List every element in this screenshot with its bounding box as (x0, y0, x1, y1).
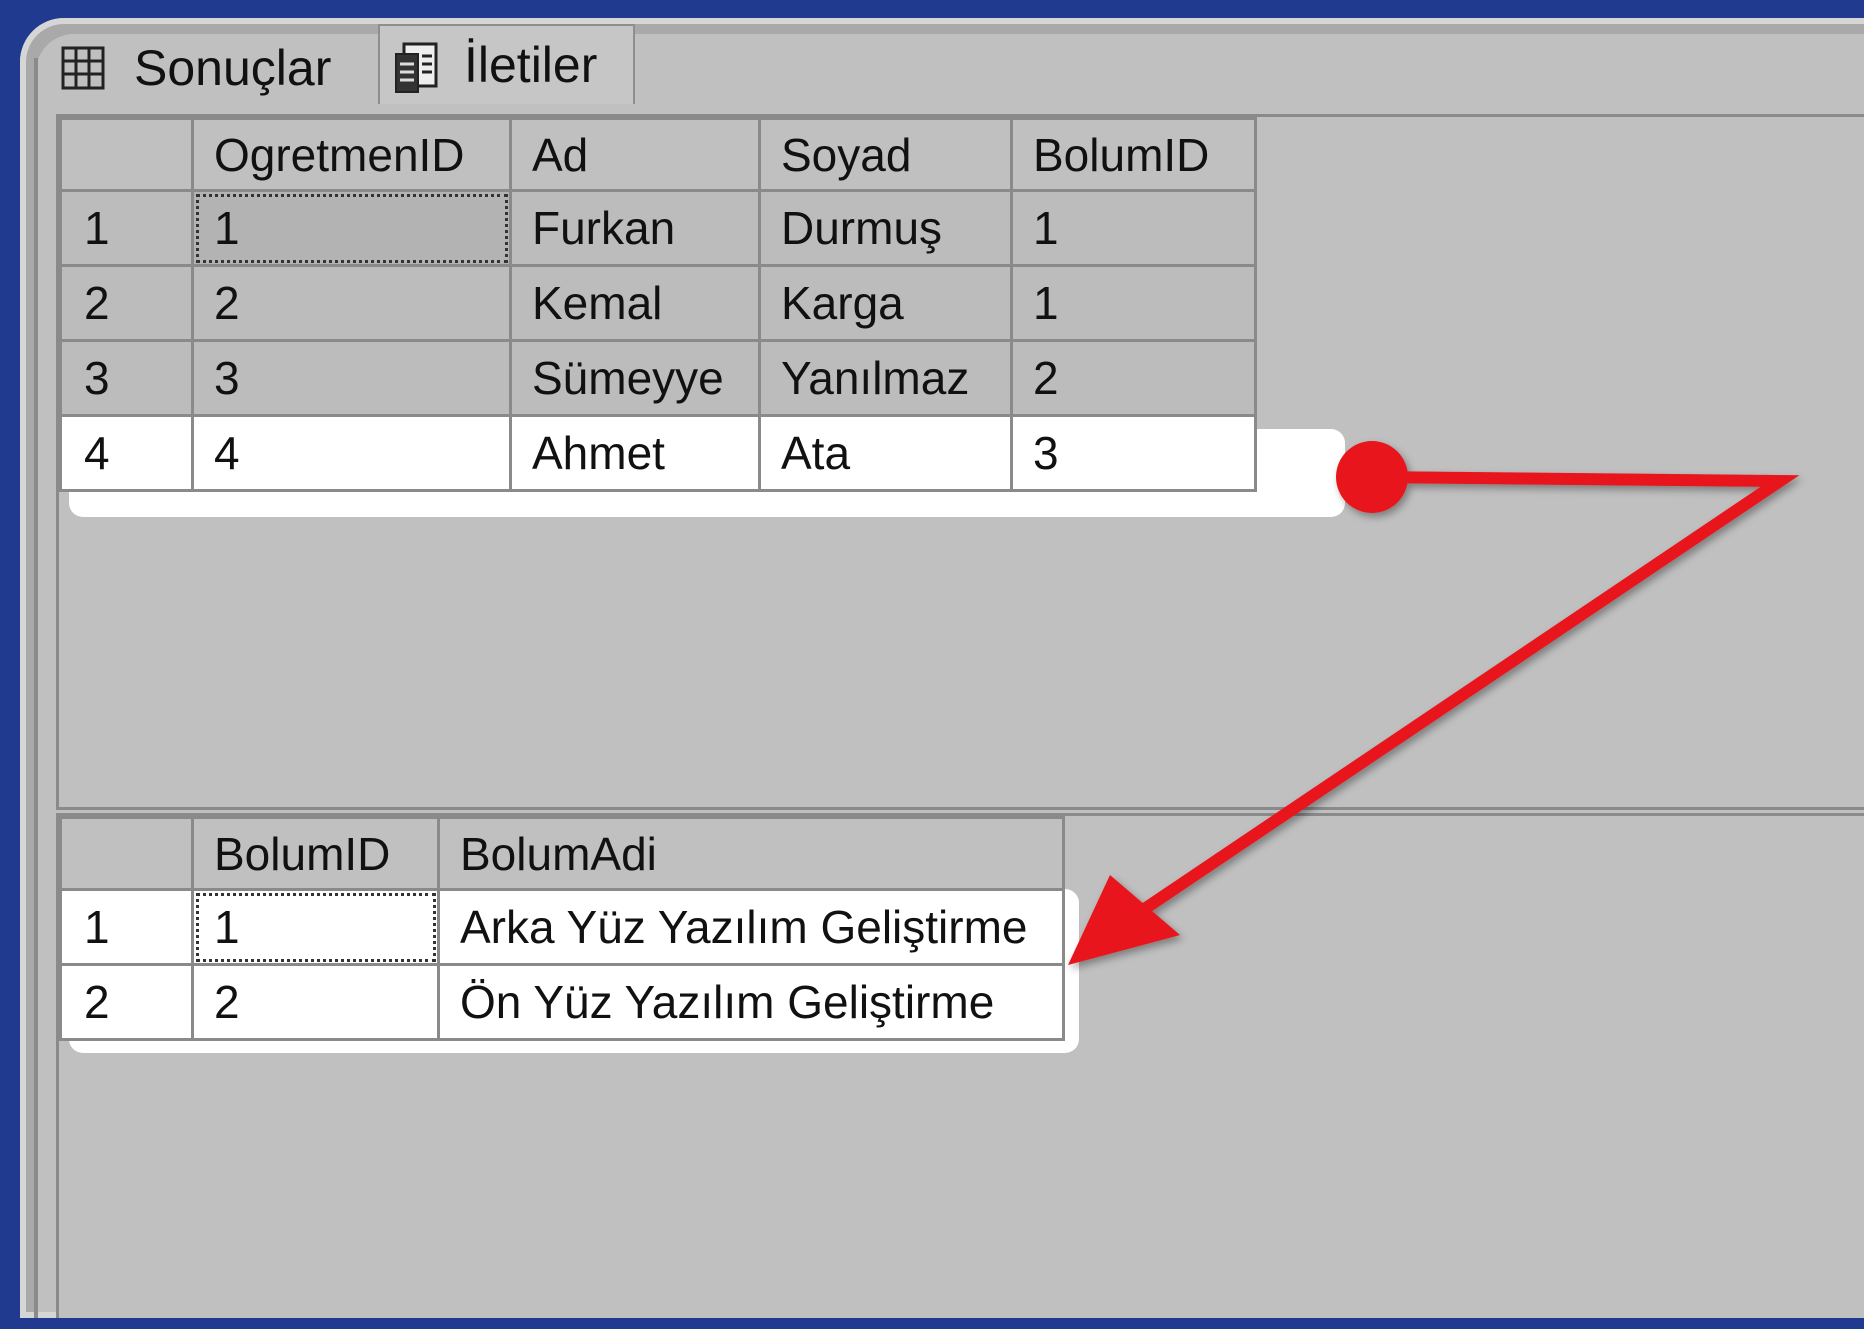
arrow-shape (1068, 441, 1800, 965)
arrow-head (1068, 875, 1180, 965)
arrow-line (1136, 471, 1800, 917)
annotation-arrow (1068, 441, 1800, 965)
